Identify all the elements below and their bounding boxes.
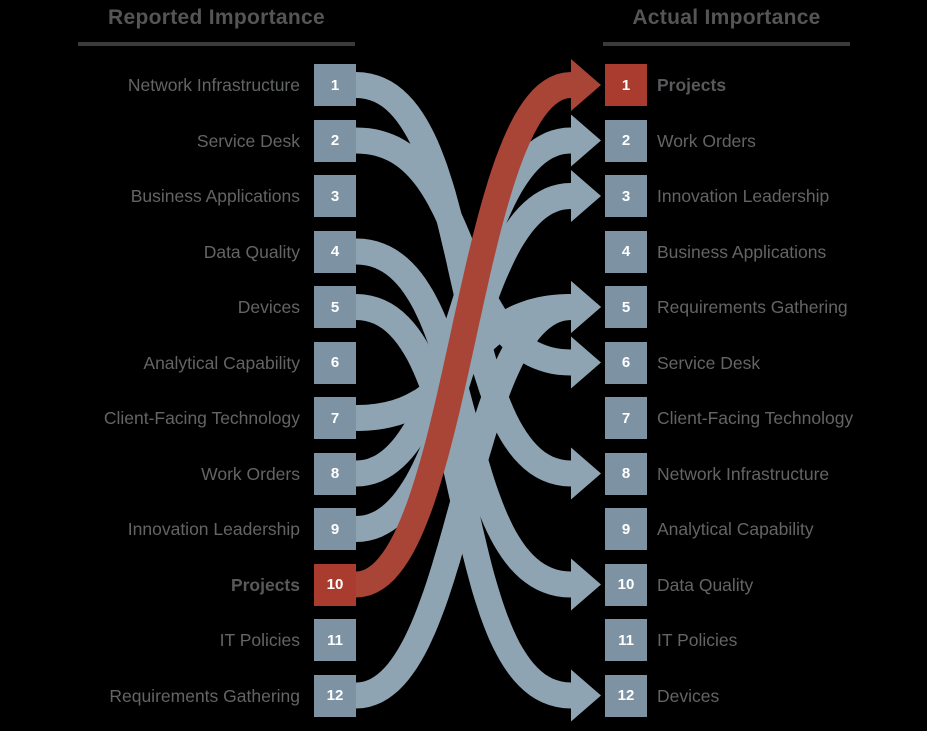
right-item-label-10: Data Quality [657, 574, 754, 595]
right-item-label-2: Work Orders [657, 130, 756, 151]
left-rank-box-6[interactable]: 6 [314, 341, 356, 384]
arrow-10-to-1 [356, 59, 601, 598]
left-item-label-7: Client-Facing Technology [103, 408, 300, 428]
right-rank-box-5[interactable]: 5 [605, 286, 647, 328]
arrow-2-to-6 [356, 127, 601, 389]
left-item-label-12: Requirements Gathering [109, 685, 300, 706]
right-item-label-7: Client-Facing Technology [657, 408, 854, 428]
left-item-label-2: Service Desk [196, 130, 300, 151]
left-header-rule [78, 42, 355, 46]
right-item-label-6: Service Desk [657, 352, 761, 373]
left-rank-box-5[interactable]: 5 [314, 286, 356, 328]
left-rank-box-9[interactable]: 9 [314, 508, 356, 550]
left-rank-box-12[interactable]: 12 [314, 674, 356, 717]
left-item-label-9: Innovation Leadership [127, 519, 300, 539]
left-rank-box-4[interactable]: 4 [314, 230, 356, 273]
left-item-label-1: Network Infrastructure [127, 75, 300, 95]
right-rank-box-6[interactable]: 6 [605, 341, 647, 384]
right-header-rule [603, 42, 850, 46]
right-item-label-9: Analytical Capability [657, 519, 814, 539]
right-item-label-8: Network Infrastructure [657, 463, 830, 484]
right-item-label-1: Projects [657, 75, 727, 95]
left-column-header: Reported Importance [108, 6, 325, 29]
right-item-label-3: Innovation Leadership [657, 186, 830, 206]
arrow-5-to-12 [356, 294, 601, 722]
right-rank-box-1[interactable]: 1 [605, 64, 647, 106]
left-item-label-10: Projects [230, 574, 300, 595]
right-rank-box-4[interactable]: 4 [605, 230, 647, 273]
arrow-7-to-5 [356, 281, 601, 431]
left-item-label-3: Business Applications [130, 186, 300, 206]
right-item-label-5: Requirements Gathering [657, 297, 848, 317]
left-rank-box-3[interactable]: 3 [314, 175, 356, 217]
arrow-9-to-3 [356, 170, 601, 542]
left-rank-box-11[interactable]: 11 [314, 619, 356, 661]
right-rank-box-12[interactable]: 12 [605, 674, 647, 717]
importance-comparison-diagram: Reported Importance Actual Importance 1N… [0, 0, 927, 731]
left-rank-box-8[interactable]: 8 [314, 452, 356, 495]
right-item-label-11: IT Policies [657, 630, 738, 650]
left-item-label-6: Analytical Capability [143, 352, 300, 373]
right-rank-box-2[interactable]: 2 [605, 119, 647, 162]
right-rank-box-3[interactable]: 3 [605, 175, 647, 217]
left-rank-box-7[interactable]: 7 [314, 397, 356, 439]
left-item-label-8: Work Orders [201, 463, 300, 484]
right-item-label-4: Business Applications [657, 241, 827, 262]
left-item-label-4: Data Quality [203, 241, 300, 262]
arrow-8-to-2 [356, 114, 601, 487]
left-item-label-5: Devices [237, 297, 300, 317]
left-item-label-11: IT Policies [219, 630, 300, 650]
arrow-4-to-10 [356, 238, 601, 611]
right-item-label-12: Devices [657, 685, 720, 706]
right-rank-box-8[interactable]: 8 [605, 452, 647, 495]
right-rank-box-9[interactable]: 9 [605, 508, 647, 550]
left-rank-box-1[interactable]: 1 [314, 64, 356, 106]
right-column-header: Actual Importance [632, 6, 821, 29]
left-rank-box-10[interactable]: 10 [314, 563, 356, 606]
right-rank-box-10[interactable]: 10 [605, 563, 647, 606]
right-rank-box-7[interactable]: 7 [605, 397, 647, 439]
left-rank-box-2[interactable]: 2 [314, 119, 356, 162]
arrow-12-to-5 [356, 281, 601, 709]
arrow-1-to-8 [356, 72, 601, 500]
right-rank-box-11[interactable]: 11 [605, 619, 647, 661]
